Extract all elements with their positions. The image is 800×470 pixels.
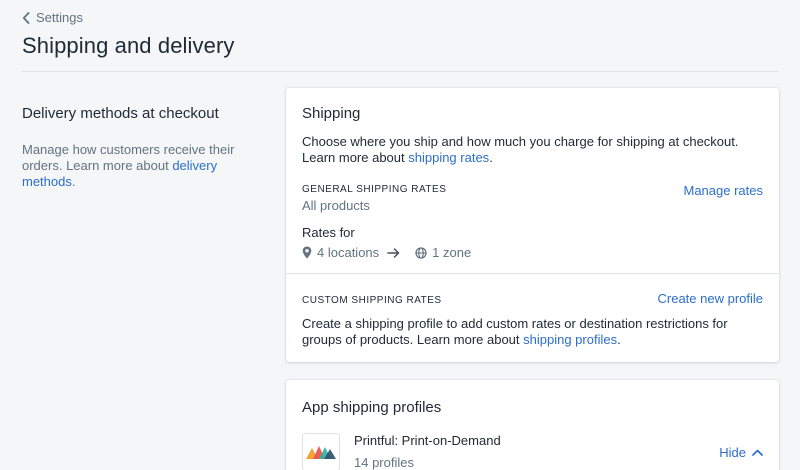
rates-for-label: Rates for (302, 225, 355, 240)
section-annotation: Delivery methods at checkout Manage how … (22, 105, 262, 190)
shipping-description: Choose where you ship and how much you c… (302, 134, 763, 166)
shipping-description-suffix: . (489, 150, 493, 165)
custom-rates-section: Custom shipping rates Create new profile… (286, 273, 779, 362)
section-title: Delivery methods at checkout (22, 105, 219, 122)
chevron-left-icon (22, 11, 30, 24)
shipping-card: Shipping Choose where you ship and how m… (286, 88, 779, 362)
app-profiles-section: App shipping profiles Printful: Print-on… (286, 380, 779, 470)
section-description: Manage how customers receive their order… (22, 142, 262, 190)
section-description-suffix: . (71, 174, 76, 189)
app-name: Printful: Print-on-Demand (354, 433, 501, 448)
globe-icon (415, 246, 427, 259)
arrow-right-icon (387, 247, 405, 258)
zones-count: 1 zone (432, 245, 472, 260)
header-divider (22, 71, 778, 72)
custom-rates-description-text: Create a shipping profile to add custom … (302, 316, 728, 347)
custom-rates-description: Create a shipping profile to add custom … (302, 316, 763, 348)
rates-for-summary: 4 locations 1 zone (302, 245, 763, 260)
hide-profiles-button[interactable]: Hide (719, 445, 763, 460)
create-new-profile-button[interactable]: Create new profile (658, 291, 764, 306)
locations-count: 4 locations (317, 245, 380, 260)
shipping-rates-link[interactable]: shipping rates (408, 150, 489, 165)
general-rates-header: General shipping rates All products Mana… (302, 183, 764, 213)
app-profile-row: Printful: Print-on-Demand 14 profiles Hi… (302, 433, 763, 470)
general-rates-subtitle: All products (302, 198, 370, 213)
chevron-up-icon (752, 449, 763, 456)
shipping-card-title: Shipping (302, 105, 361, 122)
back-label: Settings (36, 10, 83, 25)
app-profile-count: 14 profiles (354, 455, 414, 470)
shipping-general-section: Shipping Choose where you ship and how m… (286, 88, 779, 273)
custom-rates-heading: Custom shipping rates (302, 295, 442, 306)
shipping-profiles-link[interactable]: shipping profiles (523, 332, 617, 347)
hide-label: Hide (719, 445, 746, 460)
shipping-description-text: Choose where you ship and how much you c… (302, 134, 739, 165)
location-pin-icon (302, 246, 312, 259)
app-shipping-profiles-card: App shipping profiles Printful: Print-on… (286, 380, 779, 470)
manage-rates-button[interactable]: Manage rates (684, 183, 764, 198)
back-to-settings-link[interactable]: Settings (22, 10, 83, 25)
app-profiles-title: App shipping profiles (302, 399, 442, 416)
custom-rates-description-suffix: . (617, 332, 621, 347)
printful-logo (302, 433, 340, 470)
custom-rates-header: Custom shipping rates Create new profile (302, 291, 764, 306)
app-info: Printful: Print-on-Demand 14 profiles (354, 433, 501, 470)
general-rates-heading: General shipping rates (302, 184, 447, 195)
page-title: Shipping and delivery (22, 33, 235, 58)
